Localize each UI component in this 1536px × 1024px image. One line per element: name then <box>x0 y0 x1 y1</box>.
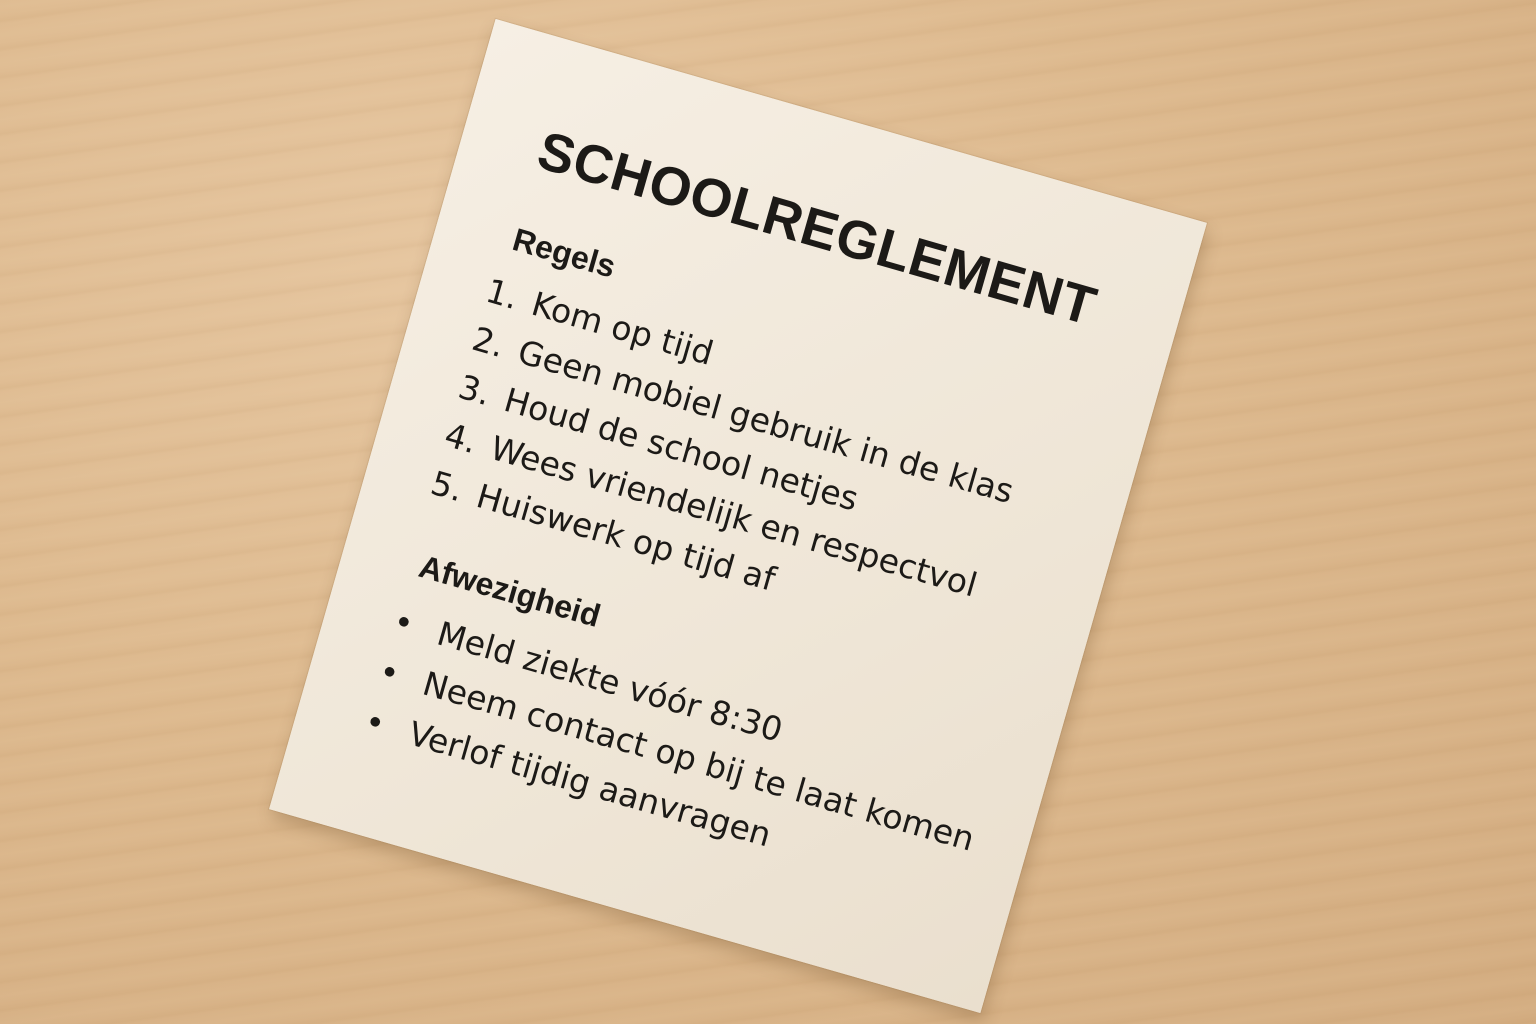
rules-sheet: SCHOOLREGLEMENT Regels 1. Kom op tijd 2.… <box>269 18 1207 1014</box>
wooden-table: SCHOOLREGLEMENT Regels 1. Kom op tijd 2.… <box>0 0 1536 1024</box>
bullet-icon: • <box>360 701 390 744</box>
rule-number: 5. <box>426 463 468 510</box>
